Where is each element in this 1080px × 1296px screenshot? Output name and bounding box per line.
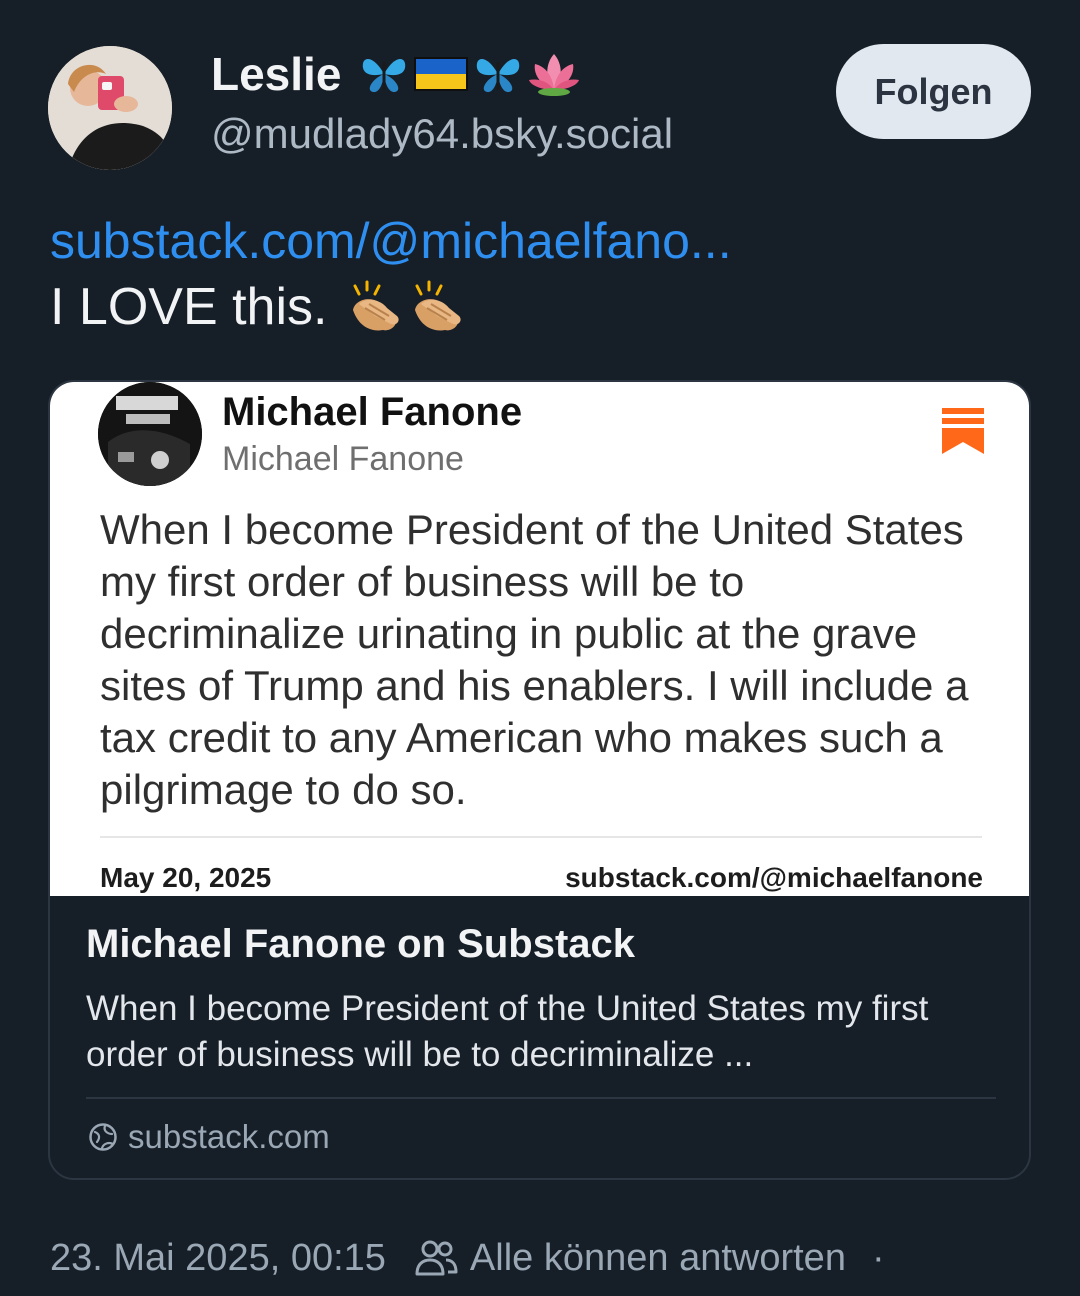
post-timestamp[interactable]: 23. Mai 2025, 00:15 (50, 1237, 386, 1280)
link-preview-description: When I become President of the United St… (86, 989, 929, 1074)
link-preview-divider (86, 1097, 996, 1099)
link-preview-card[interactable]: Michael Fanone Michael Fanone When I bec… (48, 380, 1031, 1180)
clapping-hands-icon (353, 280, 400, 331)
butterfly-icon (363, 58, 406, 93)
author-handle[interactable]: @mudlady64.bsky.social (211, 110, 673, 158)
author-display-name-row[interactable]: Leslie (211, 44, 581, 104)
people-icon (415, 1240, 458, 1276)
author-avatar[interactable] (48, 46, 172, 170)
substack-logo-icon (942, 408, 984, 454)
name-emojis (359, 50, 581, 98)
ukraine-flag-icon (414, 57, 469, 91)
lotus-icon (529, 54, 580, 96)
avatar-image (48, 46, 172, 170)
clapping-hands-icon (415, 280, 462, 331)
post-text-line: I LOVE this. (50, 277, 465, 337)
substack-avatar-image (98, 382, 202, 486)
butterfly-icon (477, 58, 520, 93)
substack-author-name: Michael Fanone (222, 390, 523, 434)
substack-note-text: When I become President of the United St… (100, 506, 969, 813)
link-preview-domain: substack.com (128, 1118, 330, 1155)
substack-note-date: May 20, 2025 (100, 862, 272, 893)
substack-divider (100, 836, 982, 838)
globe-icon (89, 1123, 117, 1151)
substack-author-avatar (98, 382, 202, 486)
substack-author-handle: Michael Fanone (222, 440, 464, 478)
link-preview-image: Michael Fanone Michael Fanone When I bec… (50, 382, 1029, 896)
follow-button[interactable]: Folgen (836, 44, 1031, 139)
post-thread-view: Leslie @mudlady64.bsky.social Folgen sub… (0, 0, 1080, 1296)
author-display-name[interactable]: Leslie (211, 47, 341, 101)
post-meta: 23. Mai 2025, 00:15 Alle können antworte… (50, 1233, 885, 1283)
link-preview-domain-row: substack.com (88, 1118, 330, 1156)
meta-separator: · (871, 1236, 885, 1279)
clap-emojis (345, 280, 465, 334)
post-text: I LOVE this. (50, 278, 328, 336)
post-link[interactable]: substack.com/@michaelfano... (50, 212, 732, 270)
link-preview-title[interactable]: Michael Fanone on Substack (86, 922, 635, 967)
substack-note-source: substack.com/@michaelfanone (565, 862, 983, 893)
reply-setting[interactable]: Alle können antworten (470, 1237, 846, 1280)
